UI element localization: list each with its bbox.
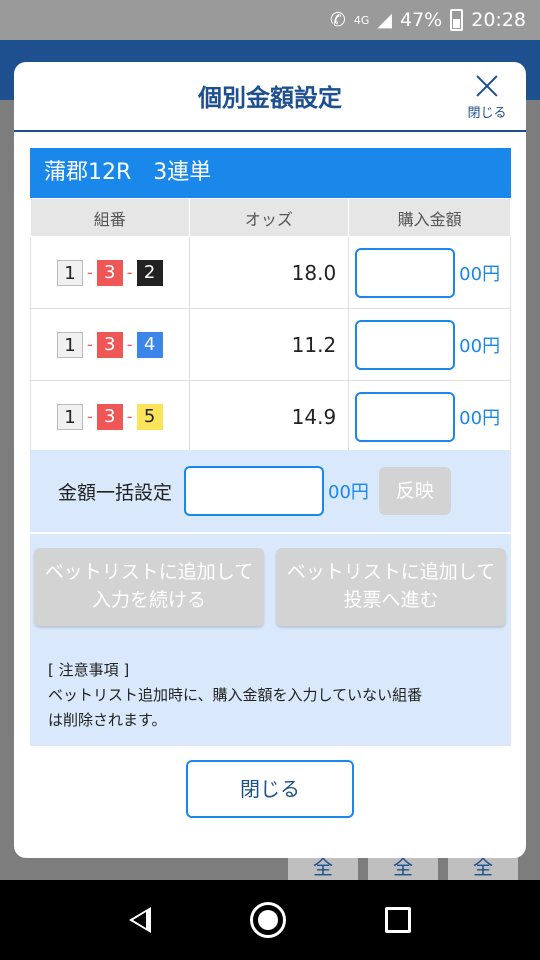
bulk-amount-label: 金額一括設定 [58, 481, 173, 504]
battery-percent: 47% [400, 9, 443, 31]
add-and-continue-line1: ベットリストに追加して [44, 561, 254, 583]
phone-icon: ✆ [329, 9, 346, 31]
column-header-odds: オッズ [188, 198, 350, 237]
boat-number-1st: 1 [56, 403, 83, 430]
reflect-button[interactable]: 反映 [378, 467, 451, 515]
close-x-label: 閉じる [467, 106, 507, 121]
notes-line: ベットリスト追加時に、購入金額を入力していない組番 [48, 686, 423, 704]
amount-cell: 00円 [348, 308, 511, 381]
odds-value: 14.9 [188, 380, 350, 453]
combo-cell: 1-3-5 [30, 380, 190, 453]
notes: [ 注意事項 ] ベットリスト追加時に、購入金額を入力していない組番 は削除され… [48, 658, 422, 733]
boat-number-2nd: 3 [96, 403, 123, 430]
boat-number-3rd: 5 [136, 403, 163, 430]
clock: 20:28 [471, 9, 526, 31]
amount-input[interactable] [355, 319, 456, 370]
battery-icon [450, 9, 464, 31]
boat-number-2nd: 3 [96, 259, 123, 286]
boat-number-1st: 1 [56, 331, 83, 358]
boat-number-3rd: 4 [136, 331, 163, 358]
odds-value: 11.2 [188, 308, 350, 381]
boat-number-3rd: 2 [136, 259, 163, 286]
dialog-title: 個別金額設定 [198, 84, 342, 112]
network-type: 4G [353, 13, 370, 27]
add-and-continue-line2: 入力を続ける [91, 589, 206, 611]
boat-number-2nd: 3 [96, 331, 123, 358]
dialog-header: 個別金額設定 閉じる [14, 62, 526, 132]
recent-apps-icon[interactable] [384, 907, 411, 933]
table-row: 1-3-4 11.2 00円 [30, 308, 511, 381]
bulk-amount-panel: 金額一括設定 00円 反映 [30, 450, 511, 532]
boat-number-1st: 1 [56, 259, 83, 286]
amount-input[interactable] [355, 247, 456, 298]
status-bar: ✆ 4G ◢ 47% 20:28 [0, 0, 540, 40]
race-title: 蒲郡12R 3連単 [30, 148, 511, 198]
combo-cell: 1-3-2 [30, 236, 190, 309]
table-row: 1-3-2 18.0 00円 [30, 236, 511, 309]
table-header-row: 組番 オッズ 購入金額 [30, 198, 511, 237]
add-and-vote-line1: ベットリストに追加して [286, 561, 496, 583]
home-icon[interactable] [249, 902, 286, 938]
combo-cell: 1-3-4 [30, 308, 190, 381]
notes-line: は削除されます。 [48, 711, 167, 729]
odds-table: 組番 オッズ 購入金額 1-3-2 18.0 00円 1-3-4 11.2 00… [30, 198, 511, 453]
close-button[interactable]: 閉じる [186, 760, 354, 818]
amount-cell: 00円 [348, 380, 511, 453]
table-row: 1-3-5 14.9 00円 [30, 380, 511, 453]
close-x-button[interactable]: 閉じる [462, 72, 512, 122]
bulk-amount-input[interactable] [184, 466, 325, 516]
amount-input[interactable] [355, 391, 456, 442]
add-and-vote-line2: 投票へ進む [343, 589, 439, 611]
amount-unit: 00円 [459, 263, 501, 285]
odds-value: 18.0 [188, 236, 350, 309]
back-icon[interactable] [129, 907, 152, 933]
column-header-combo: 組番 [30, 198, 190, 237]
amount-unit: 00円 [459, 407, 501, 429]
bet-actions-panel: ベットリストに追加して 入力を続ける ベットリストに追加して 投票へ進む [ 注… [30, 534, 511, 746]
close-icon [475, 74, 499, 98]
notes-title: [ 注意事項 ] [48, 661, 130, 679]
signal-icon: ◢ [377, 9, 392, 31]
navigation-bar [0, 880, 540, 960]
amount-cell: 00円 [348, 236, 511, 309]
add-and-continue-button[interactable]: ベットリストに追加して 入力を続ける [34, 548, 264, 626]
bulk-amount-unit: 00円 [328, 482, 369, 503]
column-header-amount: 購入金額 [348, 198, 511, 237]
add-and-vote-button[interactable]: ベットリストに追加して 投票へ進む [276, 548, 506, 626]
amount-settings-dialog: 個別金額設定 閉じる 蒲郡12R 3連単 組番 オッズ 購入金額 1-3-2 1… [14, 62, 526, 858]
amount-unit: 00円 [459, 335, 501, 357]
